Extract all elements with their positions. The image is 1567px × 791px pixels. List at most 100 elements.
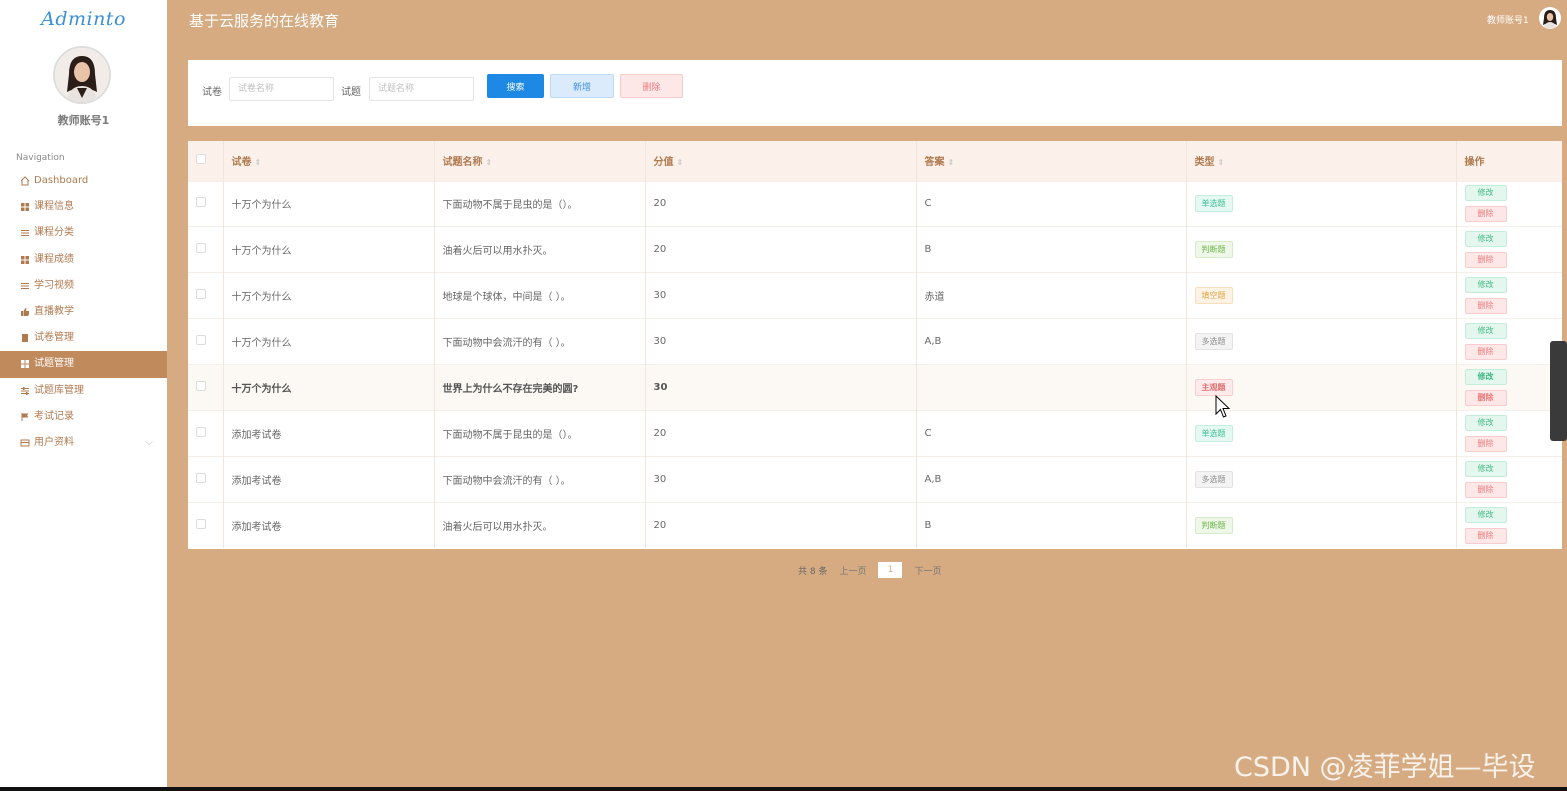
header-user-name[interactable]: 教师账号1: [1487, 13, 1529, 26]
delete-button[interactable]: 删除: [1464, 298, 1507, 315]
type-badge: 主观题: [1194, 379, 1233, 396]
sort-icon[interactable]: ⇕: [486, 158, 493, 167]
prev-page-button[interactable]: 上一页: [839, 564, 866, 577]
table-row: 十万个为什么 油着火后可以用水扑灭。 20 B 判断题 修改 删除: [188, 226, 1562, 273]
pagination-total: 共 8 条: [798, 566, 828, 577]
sidebar-item-course-grades[interactable]: 课程成绩: [0, 247, 167, 273]
row-checkbox[interactable]: [196, 381, 206, 391]
delete-button[interactable]: 删除: [1464, 252, 1507, 269]
edit-button[interactable]: 修改: [1464, 231, 1507, 248]
edit-button[interactable]: 修改: [1464, 506, 1507, 523]
search-button[interactable]: 搜索: [487, 74, 544, 98]
select-all-checkbox[interactable]: [196, 154, 206, 165]
sort-icon[interactable]: ⇕: [948, 158, 955, 167]
table-row: 十万个为什么 地球是个球体，中间是（ ）。 30 赤道 填空题 修改 删除: [188, 272, 1562, 319]
cell-question: 下面动物不属于昆虫的是（）。: [434, 181, 646, 227]
sidebar-item-label: 考试记录: [34, 410, 74, 422]
edit-button[interactable]: 修改: [1464, 185, 1507, 202]
paper-name-input[interactable]: [229, 77, 334, 101]
row-checkbox[interactable]: [196, 426, 206, 437]
edit-button[interactable]: 修改: [1464, 414, 1507, 431]
delete-button[interactable]: 删除: [1464, 344, 1507, 361]
bottom-bar: [0, 787, 1567, 791]
cell-score: 20: [645, 181, 917, 227]
edit-button[interactable]: 修改: [1464, 369, 1507, 385]
scrollbar-thumb[interactable]: [1550, 341, 1567, 441]
sort-icon[interactable]: ⇕: [255, 158, 262, 167]
table-row: 十万个为什么 下面动物中会流汗的有（ ）。 30 A,B 多选题 修改 删除: [188, 318, 1562, 365]
cell-score: 30: [645, 318, 917, 365]
cell-question: 下面动物中会流汗的有（ ）。: [434, 318, 646, 365]
edit-button[interactable]: 修改: [1464, 323, 1507, 340]
list-icon: [20, 281, 30, 291]
sidebar-item-label: 试题管理: [34, 358, 74, 370]
sidebar-item-course-info[interactable]: 课程信息: [0, 194, 167, 220]
question-label: 试题: [341, 87, 361, 98]
card-icon: [20, 438, 30, 448]
edit-button[interactable]: 修改: [1464, 460, 1507, 477]
row-checkbox[interactable]: [196, 197, 206, 208]
sort-icon[interactable]: ⇕: [1218, 158, 1225, 167]
cell-question: 世界上为什么不存在完美的圆?: [434, 364, 646, 411]
sliders-icon: [20, 386, 30, 396]
sidebar-user-name: 教师账号1: [57, 114, 110, 127]
row-checkbox[interactable]: [196, 243, 206, 254]
next-page-button[interactable]: 下一页: [914, 564, 941, 577]
cell-question: 地球是个球体，中间是（ ）。: [434, 272, 646, 319]
sidebar-item-videos[interactable]: 学习视频: [0, 273, 167, 299]
page-number-button[interactable]: 1: [878, 562, 903, 578]
sidebar-item-question-bank[interactable]: 试题库管理: [0, 378, 167, 404]
column-header-type[interactable]: 类型 ⇕: [1186, 141, 1457, 181]
sidebar-item-question-management[interactable]: 试题管理: [0, 351, 167, 378]
search-panel: 试卷 试题 搜索 新增 删除: [188, 60, 1562, 126]
table-row: 添加考试卷 下面动物不属于昆虫的是（）。 20 C 单选题 修改 删除: [188, 410, 1562, 457]
column-header-paper[interactable]: 试卷 ⇕: [223, 141, 435, 181]
delete-button[interactable]: 删除: [1464, 390, 1507, 406]
home-icon: [20, 176, 30, 186]
row-checkbox[interactable]: [196, 289, 206, 300]
sidebar-item-live[interactable]: 直播教学: [0, 299, 167, 325]
sidebar-item-course-category[interactable]: 课程分类: [0, 220, 167, 246]
cell-score: 20: [645, 502, 917, 549]
watermark: CSDN @凌菲学姐—毕设: [1234, 752, 1536, 783]
column-header-score[interactable]: 分值 ⇕: [645, 141, 917, 181]
batch-delete-button[interactable]: 删除: [620, 74, 683, 98]
sidebar-item-paper-management[interactable]: 试卷管理: [0, 325, 167, 351]
table-row: 添加考试卷 下面动物中会流汗的有（ ）。 30 A,B 多选题 修改 删除: [188, 456, 1562, 503]
delete-button[interactable]: 删除: [1464, 206, 1507, 223]
avatar[interactable]: [53, 46, 111, 104]
sort-icon[interactable]: ⇕: [677, 158, 684, 167]
sidebar-item-user-profile[interactable]: 用户资料 ⌵: [0, 430, 167, 456]
cell-paper: 十万个为什么: [223, 226, 435, 273]
cell-question: 油着火后可以用水扑灭。: [434, 226, 646, 273]
sidebar-item-label: 用户资料: [34, 436, 74, 448]
cell-paper: 添加考试卷: [223, 456, 435, 503]
delete-button[interactable]: 删除: [1464, 435, 1507, 452]
delete-button[interactable]: 删除: [1464, 481, 1507, 498]
row-checkbox[interactable]: [196, 335, 206, 346]
cell-answer: [916, 364, 1187, 411]
app-logo[interactable]: Adminto: [0, 8, 167, 30]
row-checkbox[interactable]: [196, 472, 206, 483]
sidebar-item-dashboard[interactable]: Dashboard: [0, 168, 167, 194]
column-header-question[interactable]: 试题名称 ⇕: [434, 141, 646, 181]
sidebar-item-exam-records[interactable]: 考试记录: [0, 404, 167, 430]
select-all-cell: [188, 141, 224, 181]
table-row: 添加考试卷 油着火后可以用水扑灭。 20 B 判断题 修改 删除: [188, 502, 1562, 549]
cell-paper: 十万个为什么: [223, 364, 435, 411]
cell-paper: 十万个为什么: [223, 318, 435, 365]
doc-icon: [20, 333, 30, 343]
sidebar-item-label: 直播教学: [34, 305, 74, 317]
question-name-input[interactable]: [369, 77, 474, 101]
cell-question: 下面动物中会流汗的有（ ）。: [434, 456, 646, 503]
sidebar-item-label: 课程成绩: [34, 253, 74, 265]
cell-answer: B: [916, 502, 1187, 549]
list-icon: [20, 228, 30, 238]
cell-score: 20: [645, 410, 917, 457]
delete-button[interactable]: 删除: [1464, 527, 1507, 544]
edit-button[interactable]: 修改: [1464, 277, 1507, 294]
header-avatar[interactable]: [1539, 7, 1561, 29]
column-header-answer[interactable]: 答案 ⇕: [916, 141, 1187, 181]
add-button[interactable]: 新增: [550, 74, 614, 98]
row-checkbox[interactable]: [196, 518, 206, 529]
